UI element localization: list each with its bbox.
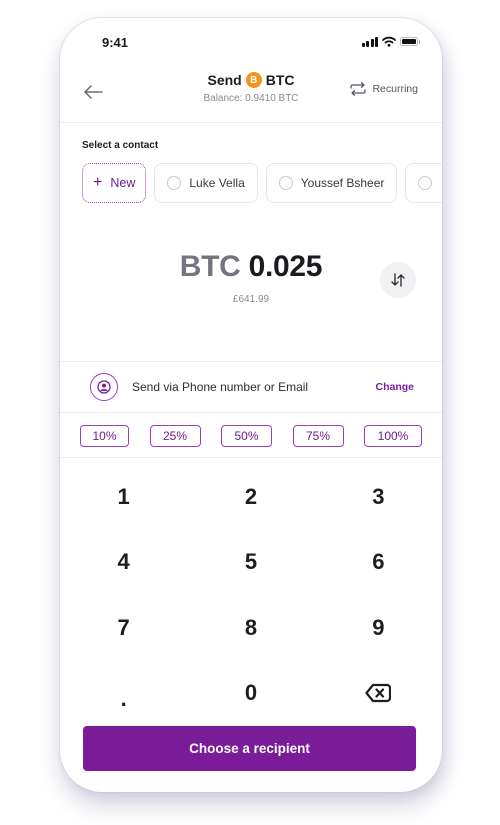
- change-button[interactable]: Change: [375, 381, 414, 393]
- percent-button-50[interactable]: 50%: [221, 425, 272, 447]
- title-prefix: Send: [207, 72, 242, 88]
- phone-frame: 9:41 Send B BTC Balance: 0.9410 BTC Recu…: [60, 18, 442, 792]
- divider: [60, 457, 442, 458]
- contact-chip[interactable]: [405, 163, 442, 203]
- percent-button-25[interactable]: 25%: [149, 425, 201, 447]
- radio-icon[interactable]: [278, 176, 293, 190]
- page-title: Send B BTC: [207, 72, 295, 88]
- percent-button-10[interactable]: 10%: [80, 425, 129, 447]
- signal-icon: [361, 36, 378, 47]
- key-3[interactable]: 3: [315, 464, 442, 530]
- radio-icon[interactable]: [418, 176, 433, 190]
- swap-vertical-icon: [391, 273, 405, 287]
- wifi-icon: [382, 36, 396, 47]
- status-time: 9:41: [102, 35, 129, 50]
- status-icons: [361, 36, 420, 47]
- radio-icon[interactable]: [167, 176, 182, 190]
- key-8[interactable]: 8: [187, 595, 314, 661]
- key-backspace[interactable]: [315, 661, 442, 727]
- contact-chip[interactable]: Luke Vella: [154, 163, 258, 203]
- status-bar: 9:41: [60, 18, 442, 64]
- contact-name: Luke Vella: [189, 176, 245, 190]
- key-1[interactable]: 1: [60, 464, 187, 530]
- send-via-row: Send via Phone number or Email Change: [60, 361, 442, 412]
- key-2[interactable]: 2: [187, 464, 314, 530]
- new-contact-button[interactable]: + New: [82, 163, 147, 203]
- header: Send B BTC Balance: 0.9410 BTC Recurring: [60, 72, 442, 122]
- contact-chip[interactable]: Youssef Bsheer: [265, 163, 398, 203]
- recurring-button[interactable]: Recurring: [349, 82, 418, 96]
- contact-name: Youssef Bsheer: [300, 176, 385, 190]
- key-6[interactable]: 6: [315, 530, 442, 596]
- new-contact-label: New: [110, 176, 136, 190]
- btc-coin-icon: B: [245, 72, 262, 88]
- numeric-keypad: 1 2 3 4 5 6 7 8 9 . 0: [60, 464, 442, 726]
- key-decimal[interactable]: .: [60, 661, 187, 727]
- percentage-row: 10% 25% 50% 75% 100%: [80, 425, 422, 447]
- key-5[interactable]: 5: [187, 530, 314, 596]
- amount-currency: BTC: [179, 250, 241, 283]
- title-suffix: BTC: [265, 72, 295, 88]
- choose-recipient-button[interactable]: Choose a recipient: [83, 726, 416, 771]
- fiat-equivalent: £641.99: [232, 294, 270, 305]
- plus-icon: +: [93, 174, 103, 191]
- divider: [60, 412, 442, 413]
- percent-button-100[interactable]: 100%: [364, 425, 422, 447]
- key-4[interactable]: 4: [60, 530, 187, 596]
- percent-button-75[interactable]: 75%: [292, 425, 344, 447]
- key-0[interactable]: 0: [187, 661, 314, 727]
- send-via-text: Send via Phone number or Email: [132, 379, 309, 394]
- amount-number: 0.025: [248, 250, 323, 283]
- recurring-label: Recurring: [372, 83, 418, 95]
- swap-currency-button[interactable]: [380, 262, 416, 298]
- contacts-label: Select a contact: [82, 140, 159, 151]
- key-7[interactable]: 7: [60, 595, 187, 661]
- contacts-row[interactable]: + New Luke Vella Youssef Bsheer: [82, 163, 442, 203]
- divider: [60, 122, 442, 123]
- backspace-icon: [365, 684, 392, 703]
- user-circle-icon: [90, 372, 118, 401]
- key-9[interactable]: 9: [315, 595, 442, 661]
- repeat-icon: [350, 82, 367, 96]
- battery-icon: [400, 37, 420, 46]
